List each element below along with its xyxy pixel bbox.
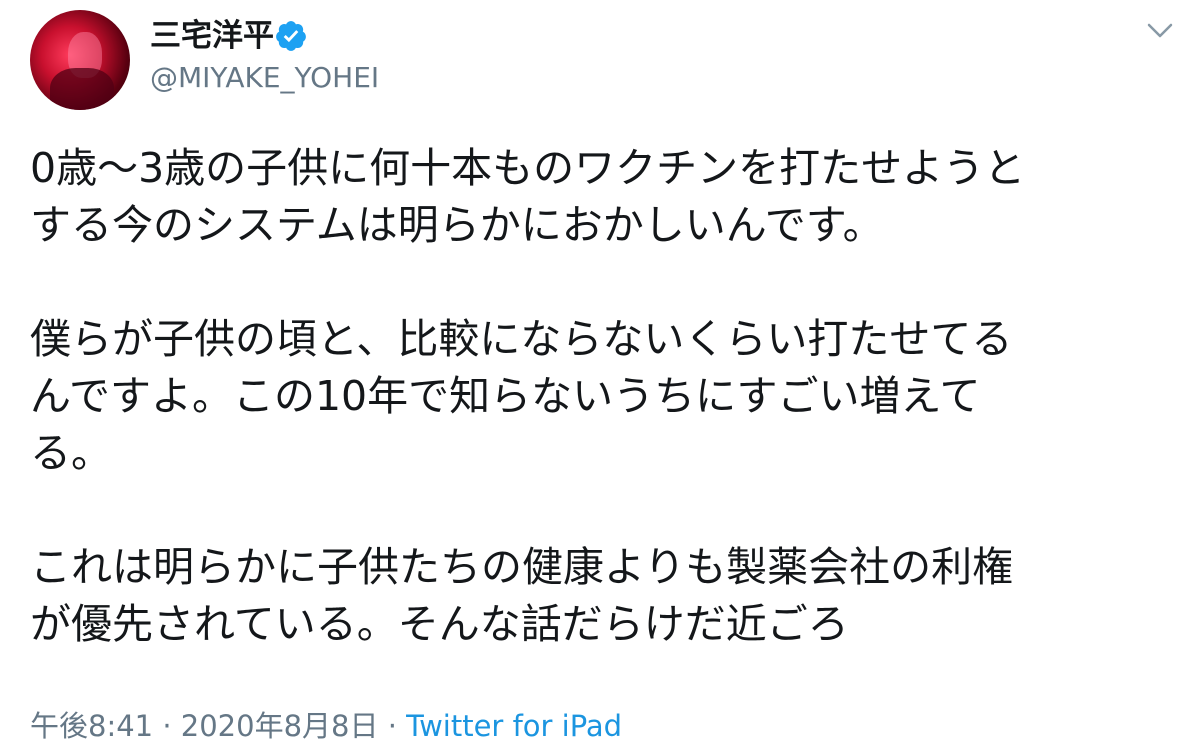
- meta-separator: ·: [378, 709, 407, 743]
- tweet-paragraph: 僕らが子供の頃と、比較にならないくらい打たせてる んですよ。この10年で知らない…: [30, 315, 1013, 477]
- tweet-time[interactable]: 午後8:41: [30, 709, 153, 743]
- tweet-paragraph: これは明らかに子供たちの健康よりも製薬会社の利権 が優先されている。そんな話だら…: [30, 543, 1014, 648]
- tweet-text: 0歳〜3歳の子供に何十本ものワクチンを打たせようと する今のシステムは明らかにお…: [30, 140, 1170, 653]
- avatar[interactable]: [30, 10, 130, 110]
- tweet-date[interactable]: 2020年8月8日: [181, 709, 379, 743]
- tweet-source-link[interactable]: Twitter for iPad: [406, 709, 622, 743]
- tweet-card: 三宅洋平 @MIYAKE_YOHEI 0歳〜3歳の子供に何十本ものワクチンを打た…: [0, 0, 1200, 750]
- verified-badge-icon: [276, 21, 306, 51]
- user-handle[interactable]: @MIYAKE_YOHEI: [150, 60, 379, 96]
- tweet-meta: 午後8:41 · 2020年8月8日 · Twitter for iPad: [30, 707, 622, 745]
- chevron-down-icon[interactable]: [1147, 22, 1173, 40]
- avatar-silhouette: [50, 68, 114, 110]
- display-name[interactable]: 三宅洋平: [150, 16, 274, 56]
- tweet-paragraph: 0歳〜3歳の子供に何十本ものワクチンを打たせようと する今のシステムは明らかにお…: [30, 144, 1026, 249]
- meta-separator: ·: [153, 709, 181, 743]
